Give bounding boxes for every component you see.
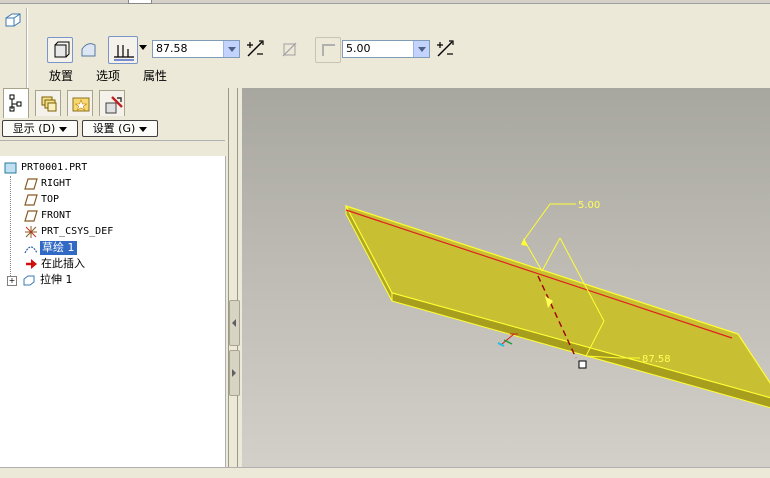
flip-thickness-button[interactable] <box>435 39 455 59</box>
thickness-dim-label[interactable]: 5.00 <box>578 200 600 211</box>
layers-tab[interactable] <box>35 90 61 116</box>
tree-expand-icon[interactable]: + <box>7 276 17 286</box>
settings-menu-label: 设置 (G) <box>92 122 136 135</box>
coordinate-system-icon <box>24 225 38 239</box>
navigator-menubar: 显示 (D) 设置 (G) <box>0 118 228 139</box>
depth-ext-line-2 <box>541 237 561 272</box>
splitter-line <box>237 88 238 467</box>
tree-item-label: FRONT <box>41 210 72 221</box>
tree-item-label: 在此插入 <box>41 257 85 270</box>
show-menu-label: 显示 (D) <box>12 122 56 135</box>
extrude-feature-icon <box>22 273 36 287</box>
expand-right-icon[interactable] <box>229 350 240 396</box>
settings-menu-dropdown-icon <box>139 126 148 132</box>
solid-extrude-icon <box>54 41 70 58</box>
depth-value[interactable]: 87.58 <box>156 42 188 55</box>
status-bar <box>0 467 770 478</box>
panel-splitter[interactable] <box>226 88 242 467</box>
graphics-viewport[interactable]: 5.00 87.58 <box>242 88 770 467</box>
datum-plane-icon <box>24 177 38 191</box>
surface-extrude-button[interactable] <box>76 37 102 63</box>
flip-direction-icon <box>247 40 264 57</box>
tab-properties[interactable]: 属性 <box>143 67 167 84</box>
tree-item-label: PRT_CSYS_DEF <box>41 226 114 237</box>
tools-tab-icon <box>105 96 123 114</box>
tree-item-sketch[interactable]: 草绘 1 <box>0 240 225 256</box>
thickness-value[interactable]: 5.00 <box>346 42 371 55</box>
tree-item-csys[interactable]: PRT_CSYS_DEF <box>0 224 225 240</box>
thickness-leader <box>523 203 576 241</box>
tree-item-extrude[interactable]: 拉伸 1 <box>0 272 225 288</box>
remove-material-button[interactable] <box>280 39 300 59</box>
tree-item-label: 拉伸 1 <box>40 273 73 286</box>
csys-axis-green <box>503 339 513 345</box>
model-tree-tab[interactable] <box>3 88 29 118</box>
sketch-icon <box>24 241 38 255</box>
thicken-button[interactable] <box>315 37 341 63</box>
tree-item-front[interactable]: FRONT <box>0 208 225 224</box>
tree-column-header[interactable] <box>0 140 225 157</box>
splitter-line <box>228 88 229 467</box>
tab-options[interactable]: 选项 <box>96 67 120 84</box>
tools-tab[interactable] <box>99 90 125 116</box>
chevron-down-icon[interactable] <box>413 41 429 57</box>
tree-item-label-selected: 草绘 1 <box>40 241 77 255</box>
navigator-tabs <box>0 88 228 118</box>
tree-item-label: RIGHT <box>41 178 72 189</box>
depth-value-combo[interactable]: 87.58 <box>152 40 240 58</box>
flip-depth-button[interactable] <box>245 39 265 59</box>
tab-placement[interactable]: 放置 <box>49 67 73 84</box>
collapse-left-icon[interactable] <box>229 300 240 346</box>
tree-item-label: TOP <box>41 194 60 205</box>
datum-plane-icon <box>24 209 38 223</box>
depth-dim-label[interactable]: 87.58 <box>642 354 671 365</box>
depth-option-button[interactable] <box>108 36 138 64</box>
remove-material-icon <box>282 42 297 57</box>
extrude-preview[interactable]: 5.00 87.58 <box>242 88 770 467</box>
tree-item-top[interactable]: TOP <box>0 192 225 208</box>
layers-tab-icon <box>41 96 57 112</box>
model-tree-tab-icon <box>9 94 22 112</box>
insert-here-arrow-icon <box>24 257 38 271</box>
thickness-arrow <box>521 238 528 246</box>
show-menu-button[interactable]: 显示 (D) <box>2 120 78 137</box>
depth-drag-handle[interactable] <box>578 360 587 369</box>
surface-extrude-icon <box>81 43 96 57</box>
thickness-value-combo[interactable]: 5.00 <box>342 40 430 58</box>
show-menu-dropdown-icon <box>59 126 68 132</box>
depth-option-dropdown-icon[interactable] <box>139 45 147 51</box>
tree-item-insert-here[interactable]: 在此插入 <box>0 256 225 272</box>
favorites-tab[interactable] <box>67 90 93 116</box>
solid-extrude-button[interactable] <box>47 37 73 63</box>
extrude-dashboard: 87.58 5.00 放置 选项 属性 <box>0 4 770 88</box>
blind-depth-icon <box>114 45 134 61</box>
tree-root[interactable]: PRT0001.PRT <box>0 160 225 176</box>
favorites-tab-icon <box>72 97 90 112</box>
extrude-feature-icon <box>2 8 24 32</box>
part-icon <box>4 161 18 175</box>
tree-root-label: PRT0001.PRT <box>21 162 88 173</box>
thicken-sketch-icon <box>322 44 335 56</box>
flip-thickness-icon <box>437 40 454 57</box>
tree-item-right[interactable]: RIGHT <box>0 176 225 192</box>
settings-menu-button[interactable]: 设置 (G) <box>82 120 158 137</box>
datum-plane-icon <box>24 193 38 207</box>
dashboard-separator <box>26 8 28 88</box>
chevron-down-icon[interactable] <box>223 41 239 57</box>
